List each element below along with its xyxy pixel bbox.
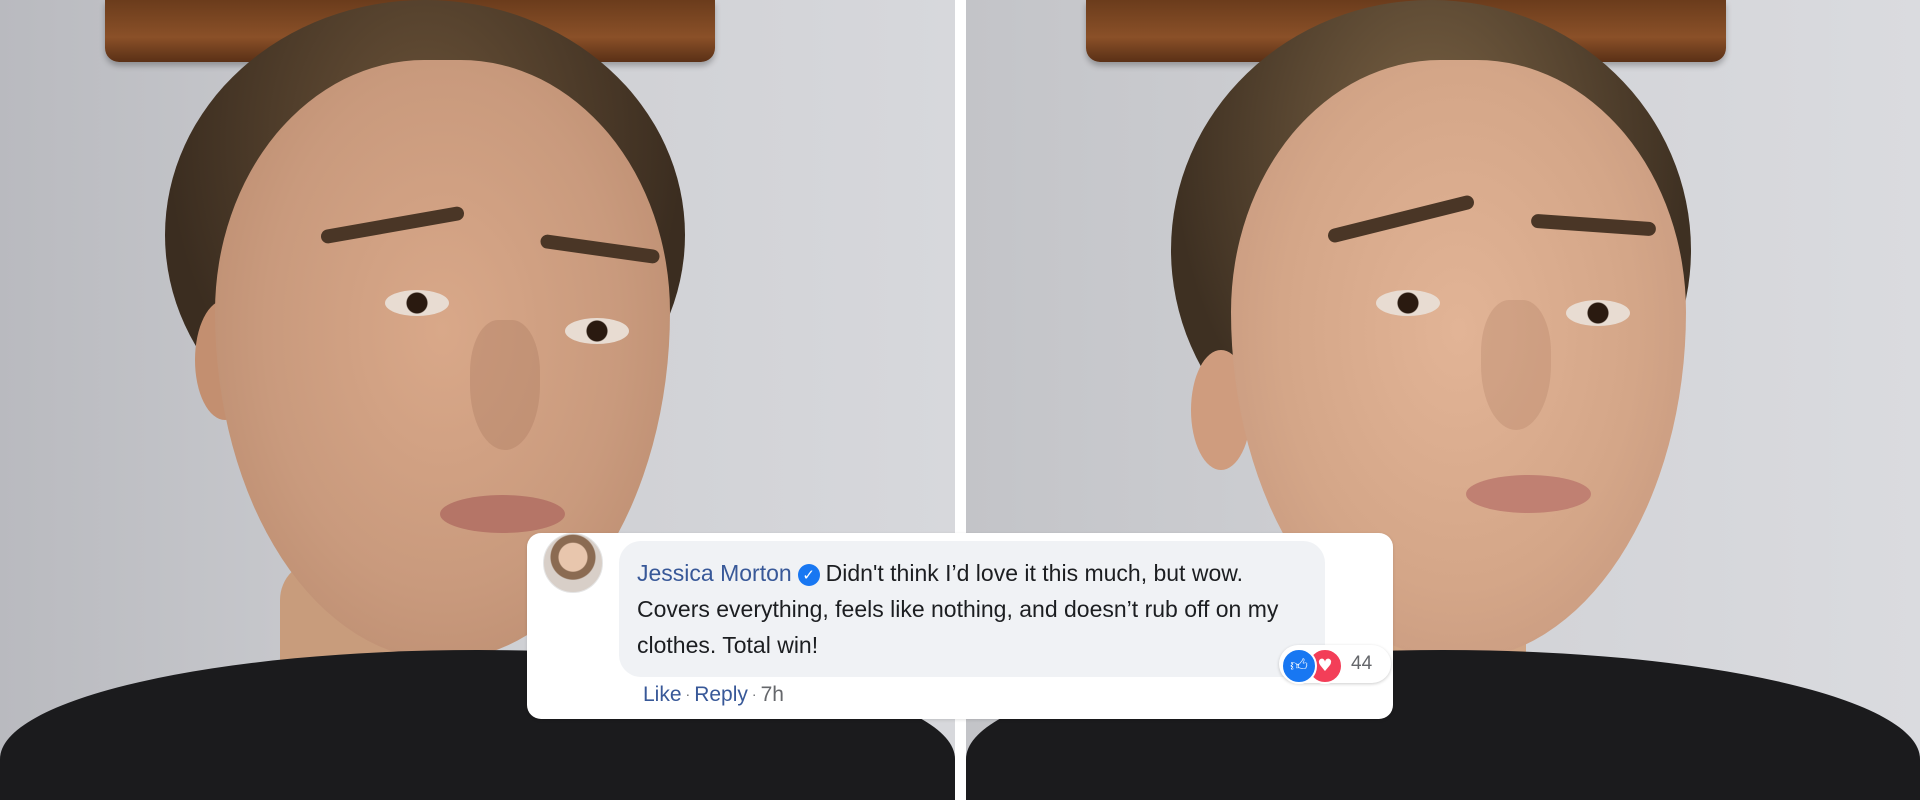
nose [1481, 300, 1551, 430]
comment-actions: Like · Reply · 7h [643, 683, 784, 707]
reactions-summary[interactable]: 👍︎ ♥ 44 [1279, 645, 1391, 684]
lips [1466, 475, 1591, 513]
like-icon: 👍︎ [1281, 648, 1317, 684]
comment-bubble: Jessica Morton ✓ Didn't think I’d love it … [619, 541, 1325, 677]
avatar[interactable] [543, 533, 603, 593]
verified-badge-icon: ✓ [797, 564, 820, 586]
reaction-count: 44 [1351, 653, 1373, 674]
like-link[interactable]: Like [643, 683, 682, 706]
timestamp[interactable]: 7h [761, 683, 784, 706]
eye [1376, 290, 1440, 316]
separator-dot: · [751, 686, 757, 702]
lips [440, 495, 565, 533]
comment-card: Jessica Morton ✓ Didn't think I’d love it … [527, 533, 1393, 719]
eye [385, 290, 449, 316]
nose [470, 320, 540, 450]
eye [1566, 300, 1630, 326]
separator-dot: · [685, 686, 691, 702]
comment-body: Jessica Morton ✓ Didn't think I’d love it … [637, 555, 1317, 663]
author-name[interactable]: Jessica Morton [637, 560, 792, 586]
eye [565, 318, 629, 344]
reply-link[interactable]: Reply [694, 683, 748, 706]
